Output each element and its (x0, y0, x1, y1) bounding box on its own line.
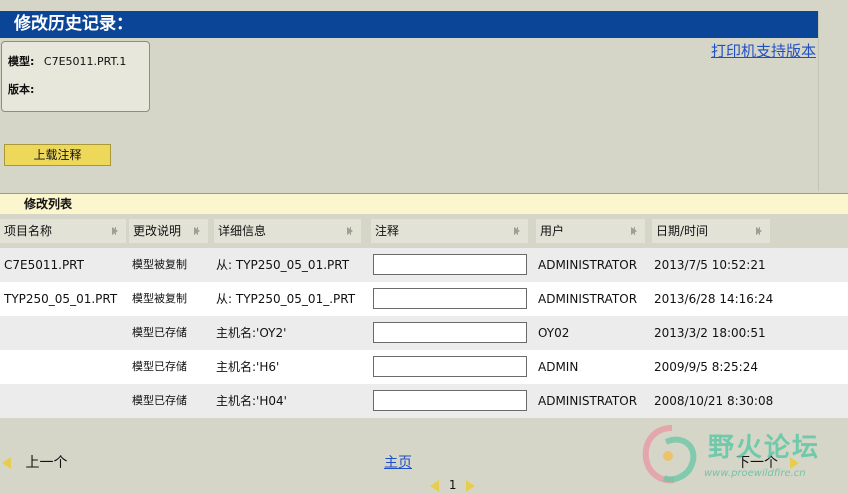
detail-cell: 主机名:'OY2' (216, 326, 287, 340)
note-input[interactable] (373, 288, 527, 309)
model-value: C7E5011.PRT.1 (43, 55, 127, 68)
change-cell: 模型被复制 (132, 258, 187, 271)
datetime-cell: 2013/7/5 10:52:21 (654, 258, 766, 272)
home-link[interactable]: 主页 (384, 452, 412, 472)
page-title: 修改历史记录： (0, 11, 818, 38)
item-name-cell: TYP250_05_01.PRT (4, 292, 118, 306)
column-header-datetime[interactable]: 日期/时间 (652, 219, 770, 243)
detail-cell: 从: TYP250_05_01.PRT (216, 258, 350, 272)
divider (818, 11, 819, 191)
datetime-cell: 2009/9/5 8:25:24 (654, 360, 758, 374)
table-row: C7E5011.PRT 模型被复制 从: TYP250_05_01.PRT AD… (0, 248, 848, 282)
column-label: 更改说明 (133, 224, 182, 238)
table-row: 模型已存储 主机名:'H6' ADMIN 2009/9/5 8:25:24 (0, 350, 848, 384)
sort-icon[interactable] (194, 227, 200, 235)
sort-icon[interactable] (347, 227, 353, 235)
sort-icon[interactable] (756, 227, 762, 235)
table-row: 模型已存储 主机名:'OY2' OY02 2013/3/2 18:00:51 (0, 316, 848, 350)
upload-notes-button[interactable]: 上载注释 (4, 144, 111, 166)
note-input[interactable] (373, 390, 527, 411)
table-row: 模型已存储 主机名:'H04' ADMINISTRATOR 2008/10/21… (0, 384, 848, 418)
change-cell: 模型已存储 (132, 394, 187, 407)
datetime-cell: 2008/10/21 8:30:08 (654, 394, 774, 408)
column-label: 详细信息 (218, 224, 267, 238)
detail-cell: 主机名:'H04' (216, 394, 287, 408)
printer-version-link[interactable]: 打印机支持版本 (711, 40, 816, 61)
user-cell: ADMIN (538, 360, 579, 374)
sort-icon[interactable] (112, 227, 118, 235)
sort-icon[interactable] (514, 227, 520, 235)
column-label: 用户 (540, 224, 565, 238)
model-row: 模型: C7E5011.PRT.1 (8, 53, 126, 69)
note-input[interactable] (373, 254, 527, 275)
detail-cell: 从: TYP250_05_01_.PRT (216, 292, 356, 306)
note-input[interactable] (373, 322, 527, 343)
column-label: 注释 (375, 224, 400, 238)
change-cell: 模型被复制 (132, 292, 187, 305)
sort-icon[interactable] (631, 227, 637, 235)
note-input[interactable] (373, 356, 527, 377)
column-header-item-name[interactable]: 项目名称 (0, 219, 126, 243)
datetime-cell: 2013/6/28 14:16:24 (654, 292, 774, 306)
column-label: 项目名称 (4, 224, 53, 238)
next-page-icon[interactable] (466, 479, 476, 492)
watermark-title: 野火论坛 (708, 433, 821, 463)
column-header-change[interactable]: 更改说明 (129, 219, 208, 243)
version-label: 版本: (8, 83, 35, 96)
prev-page-icon[interactable] (430, 479, 439, 492)
datetime-cell: 2013/3/2 18:00:51 (654, 326, 766, 340)
model-info-box: 模型: C7E5011.PRT.1 版本: (1, 41, 150, 112)
section-title: 修改列表 (0, 194, 848, 214)
column-header-detail[interactable]: 详细信息 (214, 219, 361, 243)
pagination: 1 (430, 478, 476, 492)
prev-label: 上一个 (25, 455, 68, 471)
model-label: 模型: (8, 55, 35, 68)
detail-cell: 主机名:'H6' (216, 360, 280, 374)
prev-page-link[interactable]: 上一个 (2, 452, 67, 472)
user-cell: OY02 (538, 326, 570, 340)
watermark-logo-icon (642, 425, 697, 484)
user-cell: ADMINISTRATOR (538, 258, 638, 272)
change-cell: 模型已存储 (132, 360, 187, 373)
watermark-url: www.proewildfire.cn (704, 468, 806, 479)
column-header-note[interactable]: 注释 (371, 219, 528, 243)
item-name-cell: C7E5011.PRT (4, 258, 84, 272)
user-cell: ADMINISTRATOR (538, 394, 638, 408)
version-row: 版本: (8, 81, 40, 97)
page-number: 1 (448, 478, 457, 492)
user-cell: ADMINISTRATOR (538, 292, 638, 306)
column-header-user[interactable]: 用户 (536, 219, 645, 243)
change-cell: 模型已存储 (132, 326, 187, 339)
table-row: TYP250_05_01.PRT 模型被复制 从: TYP250_05_01_.… (0, 282, 848, 316)
arrow-left-icon (2, 457, 11, 469)
column-label: 日期/时间 (656, 224, 709, 238)
